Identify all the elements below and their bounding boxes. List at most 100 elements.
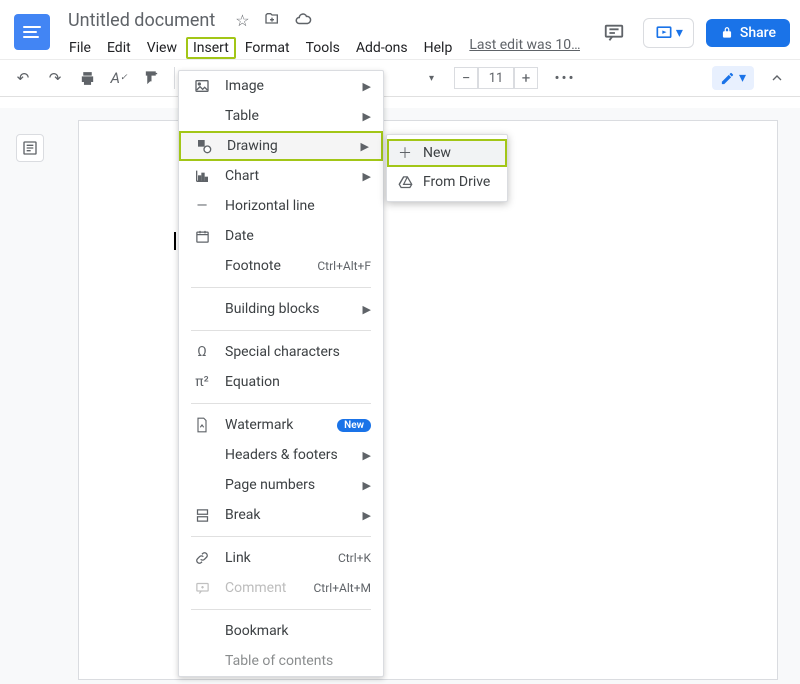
watermark-label: Watermark bbox=[225, 417, 323, 433]
insert-bookmark[interactable]: Bookmark bbox=[179, 616, 383, 646]
drawing-icon bbox=[195, 138, 213, 154]
submenu-arrow-icon: ▶ bbox=[363, 110, 371, 123]
insert-table-label: Table bbox=[225, 108, 349, 124]
drive-icon bbox=[397, 175, 413, 190]
chart-icon bbox=[193, 168, 211, 184]
move-icon[interactable] bbox=[264, 11, 280, 31]
font-size-decrease[interactable]: − bbox=[454, 67, 478, 89]
link-label: Link bbox=[225, 550, 324, 566]
insert-date[interactable]: Date bbox=[179, 221, 383, 251]
menu-view[interactable]: View bbox=[140, 37, 184, 59]
chevron-down-icon: ▾ bbox=[739, 70, 746, 86]
comments-icon[interactable] bbox=[597, 16, 631, 50]
submenu-arrow-icon: ▶ bbox=[363, 80, 371, 93]
text-cursor bbox=[174, 232, 176, 250]
insert-headers-footers[interactable]: Headers & footers ▶ bbox=[179, 440, 383, 470]
pagenum-label: Page numbers bbox=[225, 477, 349, 493]
editing-mode-button[interactable]: ▾ bbox=[712, 66, 754, 90]
insert-toc[interactable]: Table of contents bbox=[179, 646, 383, 676]
font-size-increase[interactable]: + bbox=[514, 67, 538, 89]
menu-bar: File Edit View Insert Format Tools Add-o… bbox=[62, 37, 580, 59]
insert-equation[interactable]: π² Equation bbox=[179, 367, 383, 397]
insert-chart[interactable]: Chart ▶ bbox=[179, 161, 383, 191]
spellcheck-button[interactable]: A✓ bbox=[106, 65, 132, 91]
dropdown-caret[interactable]: ▾ bbox=[429, 73, 434, 84]
toc-label: Table of contents bbox=[225, 653, 371, 669]
horizontal-line-icon: — bbox=[193, 198, 211, 214]
more-toolbar-icon[interactable]: ••• bbox=[552, 65, 578, 91]
document-outline-button[interactable] bbox=[16, 134, 44, 162]
insert-page-numbers[interactable]: Page numbers ▶ bbox=[179, 470, 383, 500]
insert-chart-label: Chart bbox=[225, 168, 349, 184]
share-label: Share bbox=[740, 25, 776, 41]
star-icon[interactable]: ☆ bbox=[235, 11, 249, 30]
docs-logo[interactable] bbox=[14, 14, 50, 50]
present-button[interactable]: ▾ bbox=[643, 18, 694, 48]
insert-special-characters[interactable]: Ω Special characters bbox=[179, 337, 383, 367]
new-badge: New bbox=[337, 419, 371, 432]
bookmark-label: Bookmark bbox=[225, 623, 371, 639]
break-label: Break bbox=[225, 507, 349, 523]
drawing-submenu: ＋ New From Drive bbox=[386, 134, 508, 202]
insert-comment: Comment Ctrl+Alt+M bbox=[179, 573, 383, 603]
toolbar: ↶ ↷ A✓ ▾ − 11 + ••• ▾ bbox=[0, 59, 800, 97]
last-edit-link[interactable]: Last edit was 10… bbox=[469, 37, 580, 59]
submenu-arrow-icon: ▶ bbox=[363, 479, 371, 492]
document-title[interactable]: Untitled document bbox=[62, 8, 221, 33]
omega-icon: Ω bbox=[193, 344, 211, 360]
special-chars-label: Special characters bbox=[225, 344, 371, 360]
link-icon bbox=[193, 550, 211, 566]
insert-date-label: Date bbox=[225, 228, 371, 244]
insert-hr-label: Horizontal line bbox=[225, 198, 371, 214]
print-button[interactable] bbox=[74, 65, 100, 91]
calendar-icon bbox=[193, 229, 211, 244]
insert-watermark[interactable]: Watermark New bbox=[179, 410, 383, 440]
chevron-down-icon: ▾ bbox=[676, 25, 683, 41]
share-button[interactable]: Share bbox=[706, 19, 790, 47]
menu-help[interactable]: Help bbox=[417, 37, 460, 59]
menu-edit[interactable]: Edit bbox=[100, 37, 138, 59]
plus-icon: ＋ bbox=[397, 143, 413, 163]
insert-table[interactable]: Table ▶ bbox=[179, 101, 383, 131]
menu-insert[interactable]: Insert bbox=[186, 37, 236, 59]
drawing-from-drive[interactable]: From Drive bbox=[387, 167, 507, 197]
drawing-new[interactable]: ＋ New bbox=[387, 139, 507, 167]
drawing-from-drive-label: From Drive bbox=[423, 174, 490, 190]
insert-break[interactable]: Break ▶ bbox=[179, 500, 383, 530]
insert-drawing[interactable]: Drawing ▶ bbox=[179, 131, 383, 161]
redo-button[interactable]: ↷ bbox=[42, 65, 68, 91]
comment-shortcut: Ctrl+Alt+M bbox=[314, 581, 372, 595]
insert-building-blocks[interactable]: Building blocks ▶ bbox=[179, 294, 383, 324]
insert-image[interactable]: Image ▶ bbox=[179, 71, 383, 101]
insert-drawing-label: Drawing bbox=[227, 138, 347, 154]
menu-format[interactable]: Format bbox=[238, 37, 297, 59]
insert-horizontal-line[interactable]: — Horizontal line bbox=[179, 191, 383, 221]
collapse-toolbar-icon[interactable] bbox=[764, 65, 790, 91]
comment-icon bbox=[193, 581, 211, 596]
footnote-shortcut: Ctrl+Alt+F bbox=[317, 259, 371, 273]
menu-file[interactable]: File bbox=[62, 37, 98, 59]
menu-tools[interactable]: Tools bbox=[299, 37, 347, 59]
drawing-new-label: New bbox=[423, 145, 451, 161]
equation-label: Equation bbox=[225, 374, 371, 390]
submenu-arrow-icon: ▶ bbox=[363, 509, 371, 522]
insert-footnote-label: Footnote bbox=[225, 258, 303, 274]
comment-label: Comment bbox=[225, 580, 300, 596]
undo-button[interactable]: ↶ bbox=[10, 65, 36, 91]
menu-addons[interactable]: Add-ons bbox=[349, 37, 415, 59]
insert-footnote[interactable]: Footnote Ctrl+Alt+F bbox=[179, 251, 383, 281]
cloud-status-icon[interactable] bbox=[294, 10, 312, 32]
image-icon bbox=[193, 78, 211, 94]
pi-icon: π² bbox=[193, 374, 211, 390]
headers-label: Headers & footers bbox=[225, 447, 349, 463]
submenu-arrow-icon: ▶ bbox=[361, 140, 369, 153]
submenu-arrow-icon: ▶ bbox=[363, 449, 371, 462]
insert-link[interactable]: Link Ctrl+K bbox=[179, 543, 383, 573]
paint-format-button[interactable] bbox=[138, 65, 164, 91]
link-shortcut: Ctrl+K bbox=[338, 551, 371, 565]
font-size-value[interactable]: 11 bbox=[478, 67, 514, 89]
insert-menu-panel: Image ▶ Table ▶ Drawing ▶ Chart ▶ — Hori… bbox=[178, 70, 384, 677]
submenu-arrow-icon: ▶ bbox=[363, 303, 371, 316]
insert-image-label: Image bbox=[225, 78, 349, 94]
watermark-icon bbox=[193, 417, 211, 433]
